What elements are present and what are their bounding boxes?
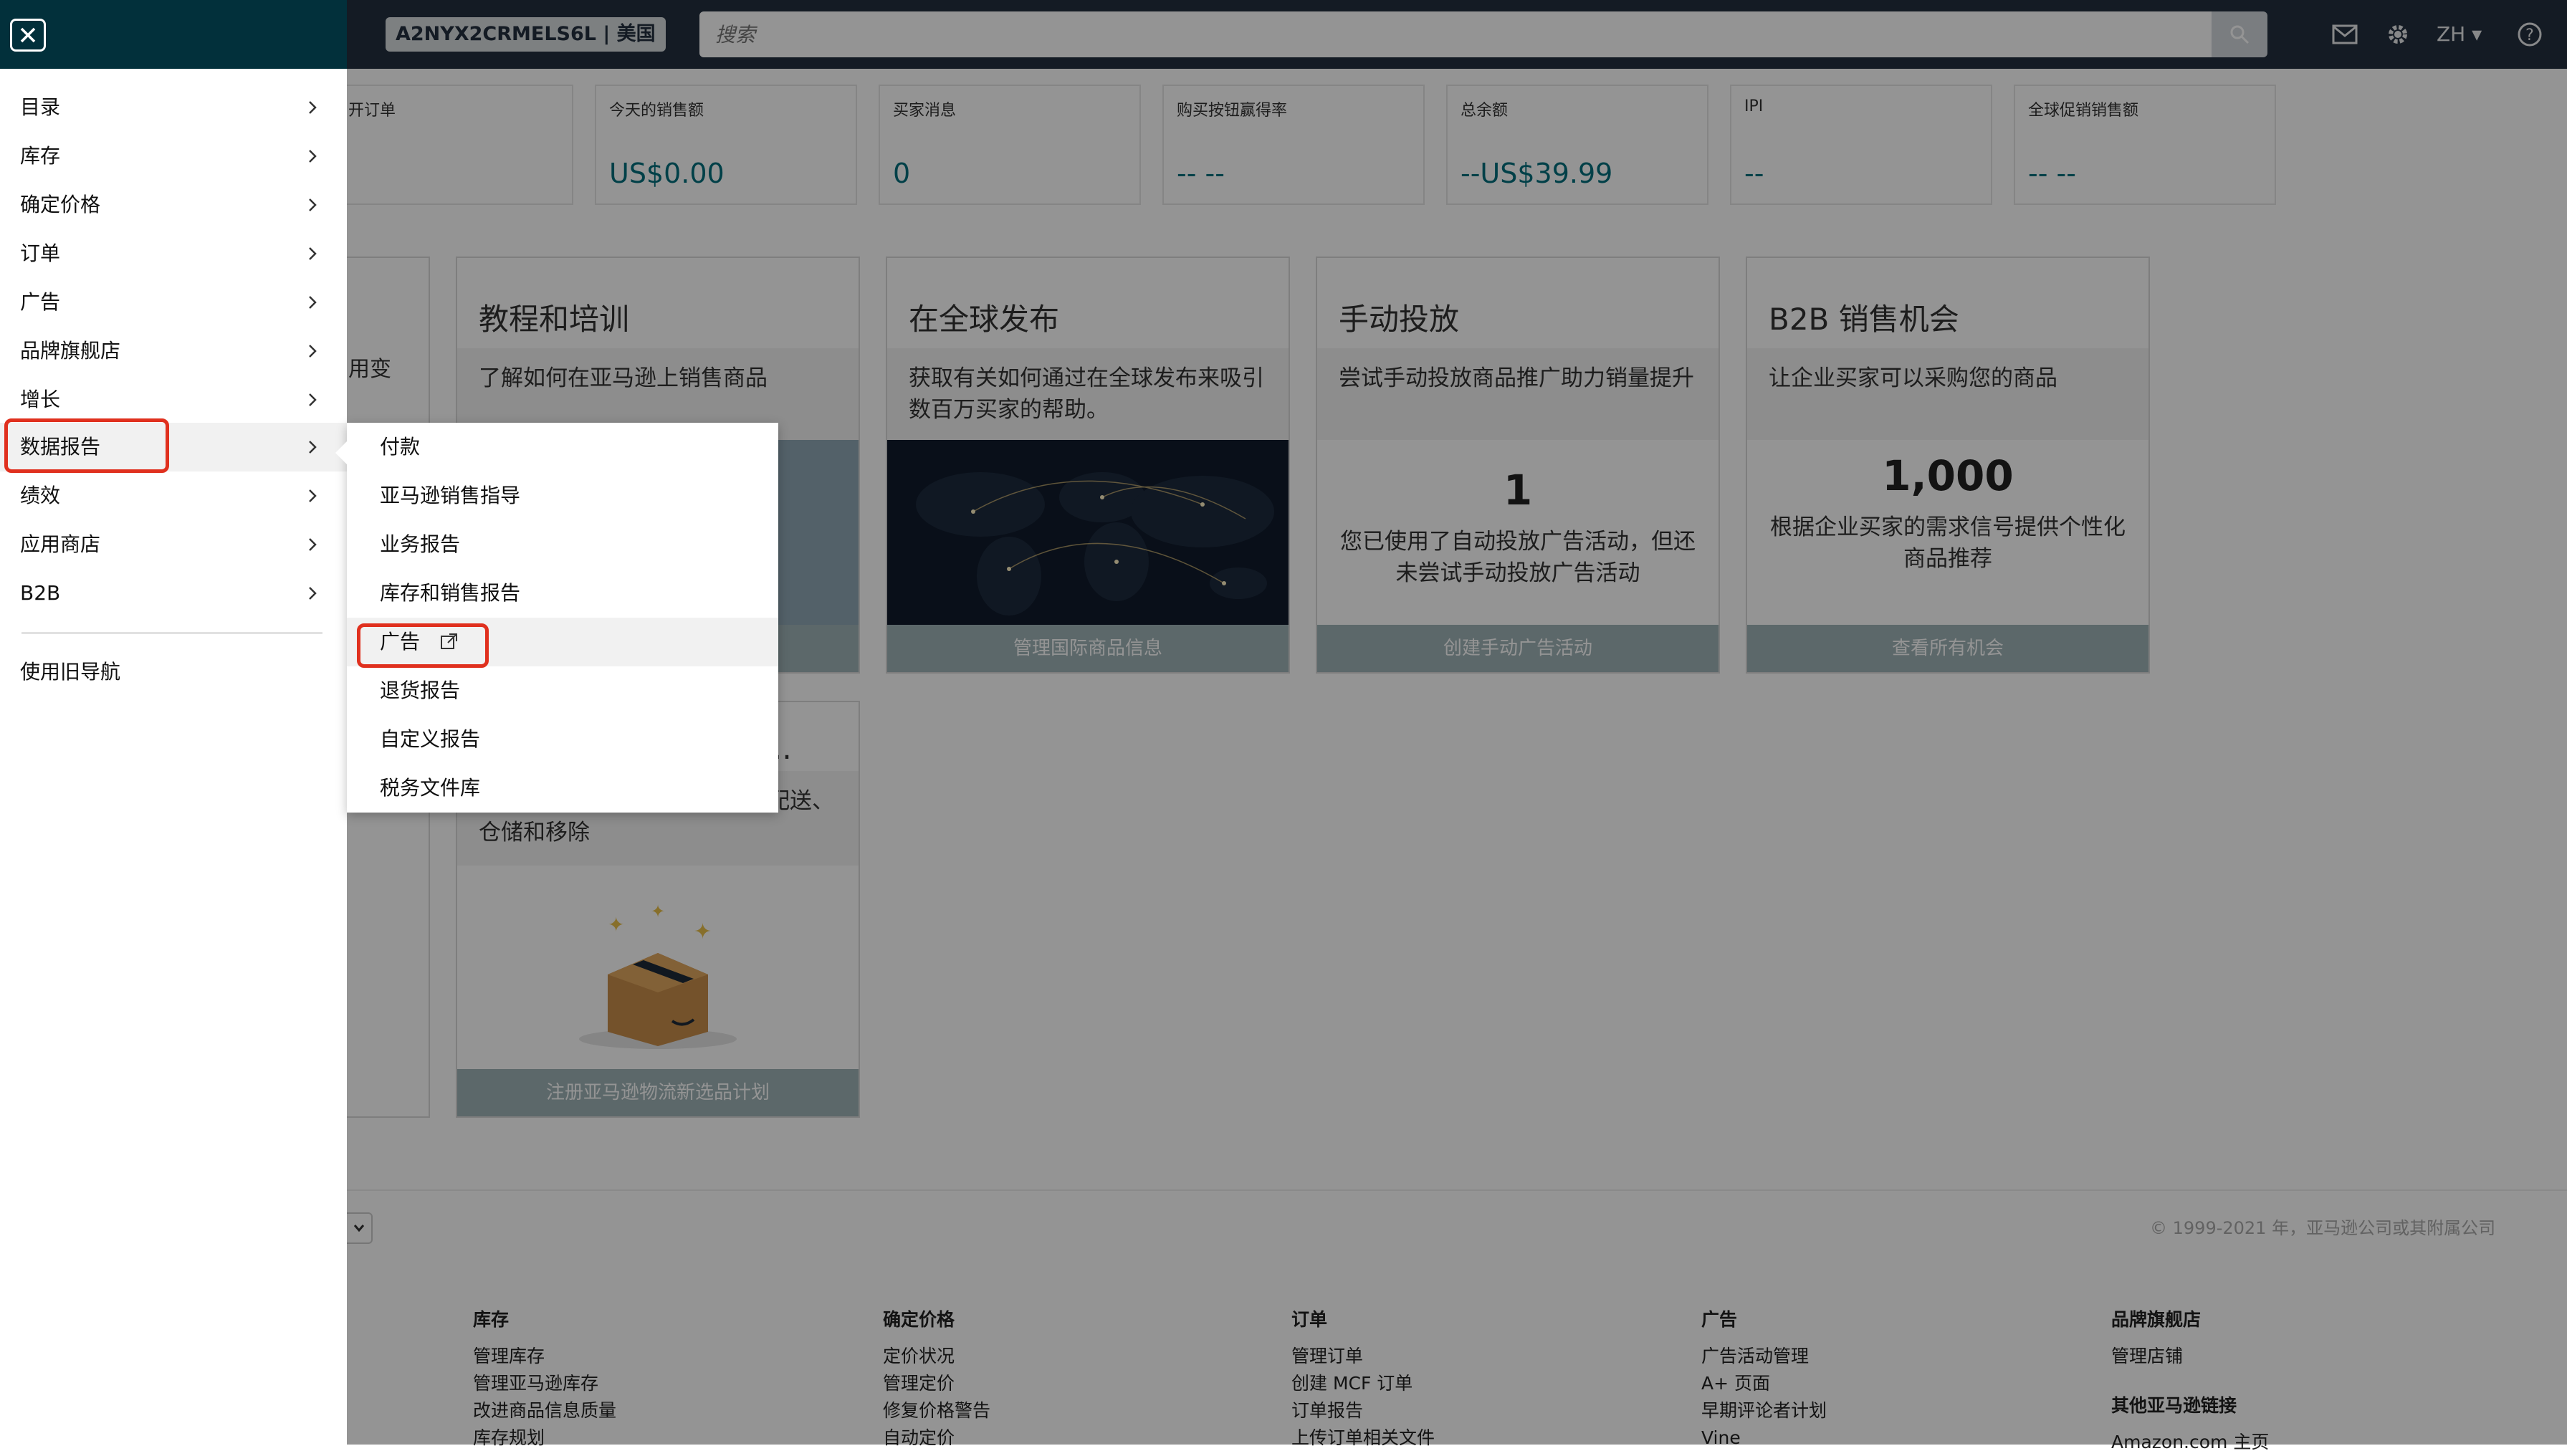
nav-item-orders[interactable]: 订单	[0, 229, 347, 278]
nav-item-appstore[interactable]: 应用商店	[0, 520, 347, 569]
submenu-item-label: 付款	[380, 435, 421, 459]
nav-item-catalog[interactable]: 目录	[0, 83, 347, 132]
close-icon	[20, 27, 36, 43]
chevron-right-icon	[309, 489, 317, 502]
nav-item-label: 库存	[20, 144, 61, 168]
submenu-item-label: 亚马逊销售指导	[380, 484, 521, 507]
submenu-item-label: 业务报告	[380, 532, 461, 556]
close-button[interactable]	[10, 19, 46, 52]
nav-item-label: 广告	[20, 290, 61, 314]
submenu-item-label: 税务文件库	[380, 776, 481, 800]
submenu-item-inventory-sales-reports[interactable]: 库存和销售报告	[347, 569, 778, 618]
highlight-reports	[4, 418, 169, 473]
nav-item-brand-stores[interactable]: 品牌旗舰店	[0, 327, 347, 375]
chevron-right-icon	[309, 587, 317, 600]
chevron-right-icon	[309, 101, 317, 114]
chevron-right-icon	[309, 150, 317, 163]
nav-item-label: 应用商店	[20, 532, 101, 556]
legacy-nav-link[interactable]: 使用旧导航	[0, 648, 347, 696]
chevron-right-icon	[309, 198, 317, 211]
nav-item-label: B2B	[20, 581, 61, 605]
chevron-right-icon	[309, 393, 317, 406]
submenu-item-business-reports[interactable]: 业务报告	[347, 520, 778, 569]
chevron-right-icon	[309, 441, 317, 454]
reports-submenu: 付款 亚马逊销售指导 业务报告 库存和销售报告 广告 退货报告 自定义报告 税务…	[335, 423, 778, 813]
nav-item-growth[interactable]: 增长	[0, 375, 347, 424]
nav-item-label: 增长	[20, 388, 61, 411]
chevron-right-icon	[309, 538, 317, 551]
chevron-right-icon	[309, 296, 317, 309]
submenu-item-returns-reports[interactable]: 退货报告	[347, 666, 778, 715]
nav-item-b2b[interactable]: B2B	[0, 569, 347, 618]
chevron-right-icon	[309, 345, 317, 358]
nav-item-label: 绩效	[20, 484, 61, 507]
submenu-item-custom-reports[interactable]: 自定义报告	[347, 715, 778, 764]
submenu-item-label: 退货报告	[380, 679, 461, 702]
nav-item-label: 确定价格	[20, 193, 101, 216]
drawer-header	[0, 0, 347, 69]
nav-item-label: 目录	[20, 95, 61, 119]
nav-item-label: 品牌旗舰店	[20, 339, 121, 363]
nav-item-label: 订单	[20, 241, 61, 265]
submenu-item-tax-library[interactable]: 税务文件库	[347, 764, 778, 813]
nav-item-pricing[interactable]: 确定价格	[0, 181, 347, 229]
legacy-nav-label: 使用旧导航	[20, 660, 121, 684]
submenu-item-label: 库存和销售报告	[380, 581, 521, 605]
nav-item-advertising[interactable]: 广告	[0, 278, 347, 327]
submenu-item-selling-coach[interactable]: 亚马逊销售指导	[347, 471, 778, 520]
drawer-divider	[21, 632, 322, 634]
nav-item-inventory[interactable]: 库存	[0, 132, 347, 181]
nav-drawer: 目录 库存 确定价格 订单 广告 品牌旗舰店 增长 数据报告 绩效 应用商店 B…	[0, 0, 347, 1445]
submenu-item-label: 自定义报告	[380, 727, 481, 751]
submenu-item-payments[interactable]: 付款	[347, 423, 778, 471]
highlight-advertising	[357, 623, 489, 668]
chevron-right-icon	[309, 247, 317, 260]
nav-item-performance[interactable]: 绩效	[0, 471, 347, 520]
